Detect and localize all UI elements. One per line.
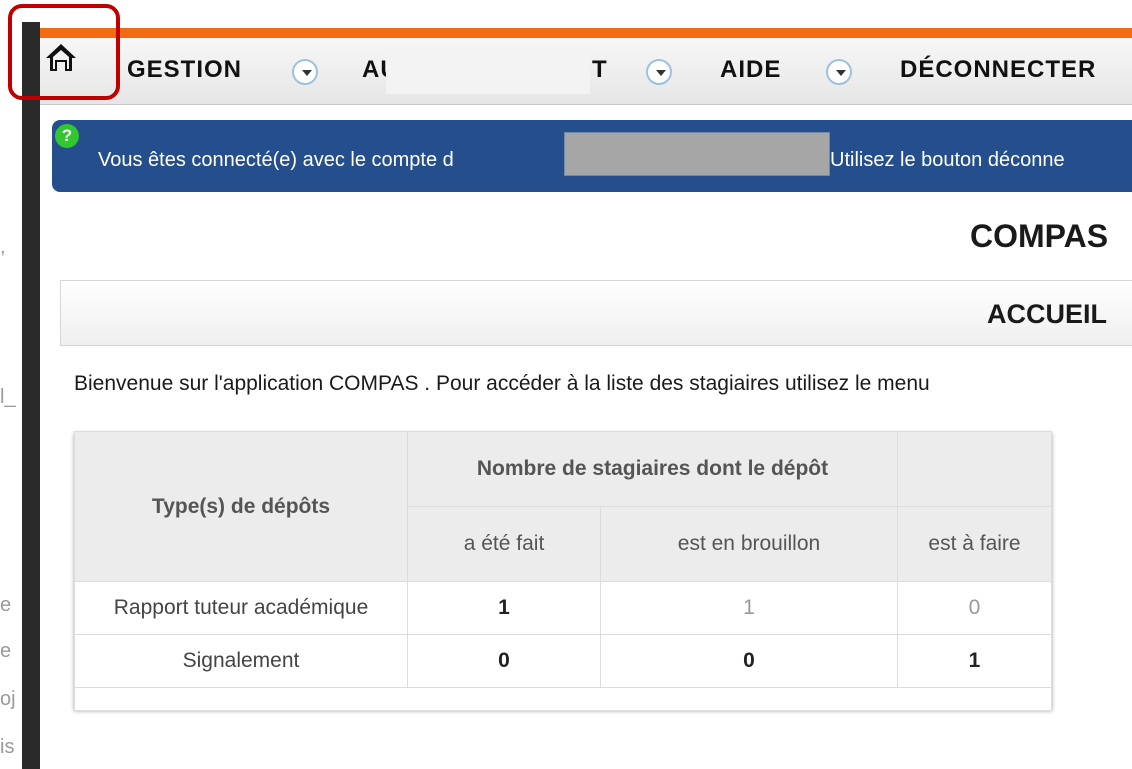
nav-item-deconnecter[interactable]: DÉCONNECTER xyxy=(900,56,1096,84)
redacted-area xyxy=(564,132,830,176)
nav-item-t[interactable]: T xyxy=(592,56,608,84)
cell-todo: 0 xyxy=(897,581,1052,635)
cell-draft: 1 xyxy=(600,581,898,635)
table-row: Rapport tuteur académique 1 1 0 xyxy=(74,581,1052,635)
left-edge-fragment: e xyxy=(0,640,12,662)
accent-top-line xyxy=(40,28,1132,38)
cell-done: 0 xyxy=(407,634,601,688)
left-edge-fragment: l_ xyxy=(0,386,16,408)
table-filler-row xyxy=(74,687,1052,711)
column-header-todo: est à faire xyxy=(897,506,1052,582)
redacted-area xyxy=(386,48,590,94)
column-header-type: Type(s) de dépôts xyxy=(74,431,408,582)
left-window-edge xyxy=(22,22,40,769)
main-navbar: GESTION AU T AIDE DÉCONNECTER xyxy=(40,38,1132,105)
column-header-group: Nombre de stagiaires dont le dépôt xyxy=(407,431,898,507)
column-header-draft: est en brouillon xyxy=(600,506,898,582)
welcome-text: Bienvenue sur l'application COMPAS . Pou… xyxy=(74,372,930,395)
chevron-down-icon[interactable] xyxy=(646,59,672,85)
table-filler-cell xyxy=(74,687,1052,711)
row-name: Signalement xyxy=(74,634,408,688)
nav-item-aide[interactable]: AIDE xyxy=(720,56,781,84)
table-row: Signalement 0 0 1 xyxy=(74,634,1052,688)
chevron-down-icon[interactable] xyxy=(292,59,318,85)
section-title: ACCUEIL xyxy=(987,299,1107,329)
app-title: COMPAS xyxy=(970,218,1109,254)
cell-todo: 1 xyxy=(897,634,1052,688)
banner-text-end: Utilisez le bouton déconne xyxy=(830,149,1065,171)
cell-draft: 0 xyxy=(600,634,898,688)
deposits-table-container: Type(s) de dépôts Nombre de stagiaires d… xyxy=(74,431,1052,711)
section-header: ACCUEIL xyxy=(60,280,1132,346)
chevron-down-icon[interactable] xyxy=(826,59,852,85)
help-icon: ? xyxy=(55,124,79,148)
connection-banner: ? Vous êtes connecté(e) avec le compte d… xyxy=(52,120,1132,192)
banner-text-start: Vous êtes connecté(e) avec le compte d xyxy=(98,149,454,171)
left-edge-fragment: is xyxy=(0,736,15,758)
nav-item-gestion[interactable]: GESTION xyxy=(127,56,242,84)
annotation-highlight-box xyxy=(8,4,120,100)
column-header-empty xyxy=(897,431,1052,507)
deposits-table: Type(s) de dépôts Nombre de stagiaires d… xyxy=(74,431,1052,711)
left-edge-fragment: oj xyxy=(0,688,16,710)
column-header-done: a été fait xyxy=(407,506,601,582)
left-edge-fragment: e xyxy=(0,594,12,616)
row-name: Rapport tuteur académique xyxy=(74,581,408,635)
cell-done: 1 xyxy=(407,581,601,635)
left-edge-fragment: , xyxy=(0,236,6,258)
